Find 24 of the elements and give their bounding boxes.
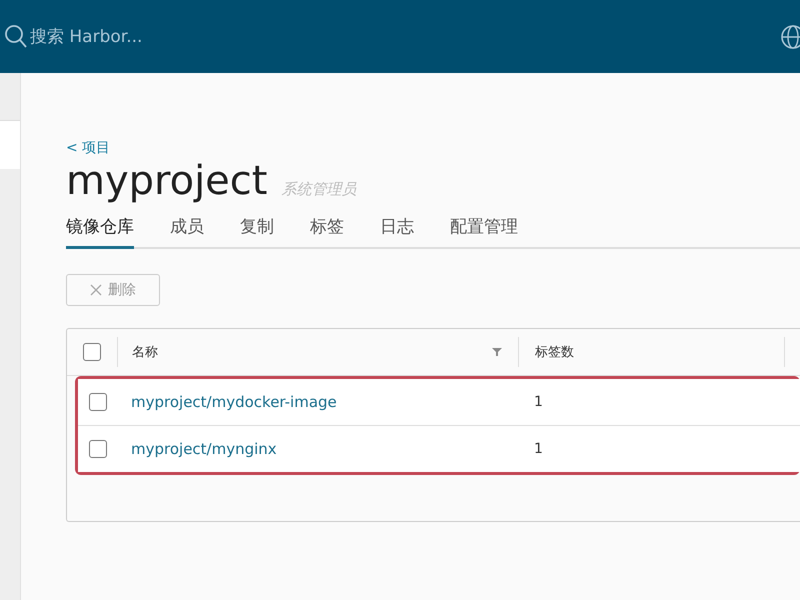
project-title: myproject (66, 159, 268, 203)
tab[interactable]: 日志 (380, 209, 414, 249)
globe-icon[interactable] (780, 24, 800, 50)
table-cell-text: 1 (533, 394, 543, 410)
repository-link[interactable]: myproject/mynginx (117, 440, 518, 458)
repository-link[interactable]: myproject/mydocker-image (117, 393, 518, 411)
tab[interactable]: 配置管理 (450, 209, 518, 249)
search-icon (4, 24, 28, 50)
column-header[interactable]: 名称 (117, 337, 518, 367)
tab[interactable]: 标签 (310, 209, 344, 249)
column-header: 标签数 (518, 337, 785, 367)
tab[interactable]: 复制 (240, 209, 274, 249)
table-cell-text: 1 (533, 441, 543, 457)
search-field[interactable]: 搜索 Harbor... (30, 26, 230, 46)
column-title: 名称 (132, 344, 158, 361)
role-label: 系统管理员 (281, 180, 356, 199)
back-link[interactable]: < 项目 (66, 140, 110, 156)
checkbox[interactable] (83, 343, 101, 361)
tab[interactable]: 成员 (170, 209, 204, 249)
checkbox[interactable] (88, 440, 106, 458)
checkbox[interactable] (88, 393, 106, 411)
filter-icon[interactable] (492, 347, 502, 357)
tab[interactable]: 镜像仓库 (66, 209, 134, 249)
close-icon (90, 284, 102, 296)
